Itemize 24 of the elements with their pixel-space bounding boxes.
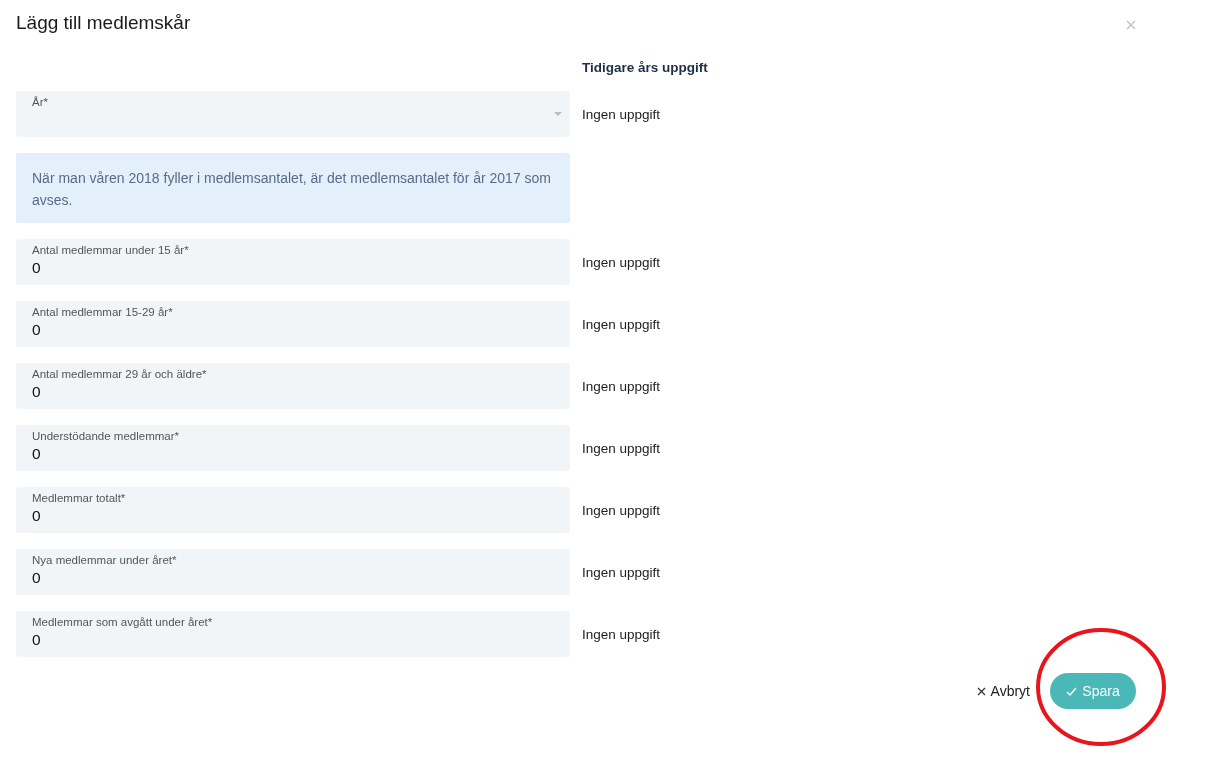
column-header: Tidigare års uppgift [582,60,709,75]
caret-icon [554,112,562,116]
previous-value: Ingen uppgift [582,316,662,332]
previous-value: Ingen uppgift [582,626,662,642]
info-message: När man våren 2018 fyller i medlemsantalet, är det medlemsantalet för år 2017 som avses. [16,153,570,223]
previous-value: Ingen uppgift [582,106,662,122]
dialog-title: Lägg till medlemskår [16,12,191,34]
previous-value: Ingen uppgift [582,254,662,270]
number-field[interactable]: Nya medlemmar under året* 0 [16,549,570,595]
year-select[interactable]: År* [16,91,570,137]
previous-value: Ingen uppgift [582,564,662,580]
check-icon [1066,686,1078,696]
number-field[interactable]: Understödande medlemmar* 0 [16,425,570,471]
number-field[interactable]: Antal medlemmar 29 år och äldre* 0 [16,363,570,409]
previous-value: Ingen uppgift [582,502,662,518]
close-icon[interactable] [1126,18,1136,28]
number-field[interactable]: Antal medlemmar 15-29 år* 0 [16,301,570,347]
number-field[interactable]: Medlemmar som avgått under året* 0 [16,611,570,657]
cancel-button[interactable]: Avbryt [976,683,1030,699]
previous-value: Ingen uppgift [582,440,662,456]
number-field[interactable]: Medlemmar totalt* 0 [16,487,570,533]
close-icon [976,686,986,696]
number-field[interactable]: Antal medlemmar under 15 år* 0 [16,239,570,285]
previous-value: Ingen uppgift [582,378,662,394]
